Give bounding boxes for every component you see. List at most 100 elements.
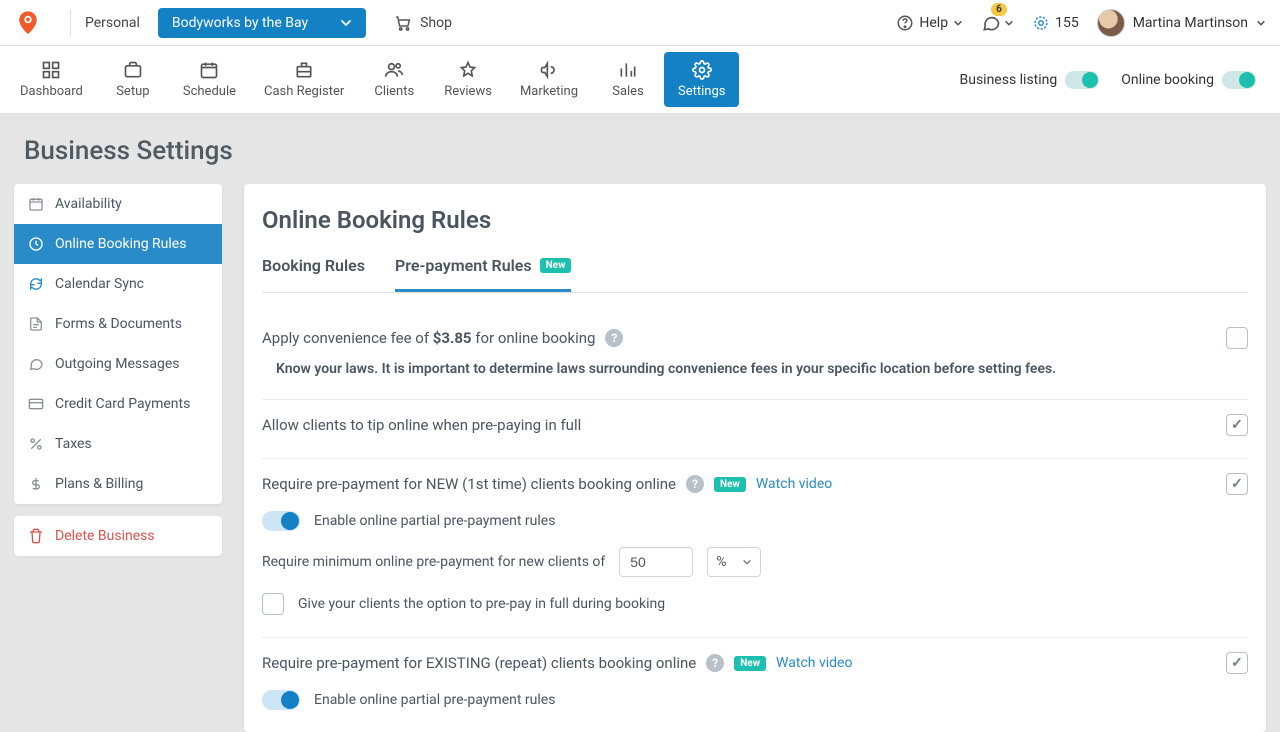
new-badge: New (714, 477, 746, 492)
partial-prepay-toggle-existing[interactable] (262, 690, 300, 710)
grid-icon (41, 60, 61, 80)
shop-link[interactable]: Shop (394, 14, 452, 32)
convenience-fee-checkbox[interactable] (1226, 327, 1248, 349)
partial-prepay-toggle-row-existing: Enable online partial pre-payment rules (262, 690, 1248, 710)
rule-label: Apply convenience fee of $3.85 for onlin… (262, 329, 595, 347)
nav-dashboard[interactable]: Dashboard (6, 52, 97, 107)
min-prepay-row: Require minimum online pre-payment for n… (262, 547, 1248, 577)
tab-booking-rules[interactable]: Booking Rules (262, 256, 365, 292)
business-listing-toggle[interactable] (1065, 71, 1099, 89)
settings-sidebar: Availability Online Booking Rules Calend… (14, 184, 222, 732)
nav-sales[interactable]: Sales (592, 52, 664, 107)
personal-link[interactable]: Personal (85, 15, 140, 31)
trash-icon (28, 528, 44, 544)
nav-label: Setup (116, 84, 149, 99)
rule-label: Require pre-payment for NEW (1st time) c… (262, 475, 676, 493)
nav-reviews[interactable]: Reviews (430, 52, 506, 107)
tab-prepayment-rules[interactable]: Pre-payment Rules New (395, 256, 571, 292)
tab-label: Pre-payment Rules (395, 256, 532, 275)
sidebar-card-main: Availability Online Booking Rules Calend… (14, 184, 222, 504)
sidebar-item-booking-rules[interactable]: Online Booking Rules (14, 224, 222, 264)
card-icon (28, 396, 44, 412)
sidebar-item-label: Delete Business (55, 528, 155, 544)
help-tooltip-icon[interactable]: ? (605, 329, 623, 347)
clock-icon (28, 236, 44, 252)
rule-tip-online: Allow clients to tip online when pre-pay… (262, 400, 1248, 459)
nav-schedule[interactable]: Schedule (169, 52, 250, 107)
megaphone-icon (539, 60, 559, 80)
sidebar-item-label: Calendar Sync (55, 276, 144, 292)
business-listing-label: Business listing (960, 72, 1058, 88)
settings-panel: Online Booking Rules Booking Rules Pre-p… (244, 184, 1266, 732)
calendar-icon (28, 196, 44, 212)
help-label: Help (919, 15, 948, 31)
watch-video-link[interactable]: Watch video (756, 476, 832, 492)
user-name: Martina Martinson (1133, 15, 1248, 31)
help-tooltip-icon[interactable]: ? (706, 654, 724, 672)
nav-label: Clients (374, 84, 414, 99)
nav-label: Settings (678, 84, 725, 99)
partial-prepay-label-existing: Enable online partial pre-payment rules (314, 692, 555, 708)
existing-clients-prepay-checkbox[interactable] (1226, 652, 1248, 674)
min-prepay-input[interactable] (619, 547, 693, 577)
sidebar-item-outgoing-messages[interactable]: Outgoing Messages (14, 344, 222, 384)
main-nav: Dashboard Setup Schedule Cash Register C… (0, 46, 1280, 114)
sidebar-item-credit-card[interactable]: Credit Card Payments (14, 384, 222, 424)
new-clients-prepay-checkbox[interactable] (1226, 473, 1248, 495)
help-tooltip-icon[interactable]: ? (686, 475, 704, 493)
online-booking-label: Online booking (1121, 72, 1214, 88)
help-menu[interactable]: Help (896, 14, 963, 32)
divider (70, 10, 71, 36)
page-layout: Availability Online Booking Rules Calend… (0, 184, 1280, 732)
min-prepay-label: Require minimum online pre-payment for n… (262, 554, 605, 570)
chat-icon (981, 13, 1001, 33)
business-listing-toggle-group: Business listing (960, 71, 1100, 89)
user-menu[interactable]: Martina Martinson (1097, 9, 1266, 37)
nav-setup[interactable]: Setup (97, 52, 169, 107)
rule-convenience-fee: Apply convenience fee of $3.85 for onlin… (262, 313, 1248, 400)
users-icon (384, 60, 404, 80)
watch-video-link[interactable]: Watch video (776, 655, 852, 671)
partial-prepay-toggle-row: Enable online partial pre-payment rules (262, 511, 1248, 531)
sync-icon (28, 276, 44, 292)
full-prepay-option-checkbox[interactable] (262, 593, 284, 615)
new-badge: New (734, 656, 766, 671)
sidebar-card-danger: Delete Business (14, 516, 222, 556)
nav-label: Dashboard (20, 84, 83, 99)
rule-sub: Enable online partial pre-payment rules (262, 690, 1248, 710)
nav-label: Marketing (520, 84, 578, 99)
online-booking-toggle[interactable] (1222, 71, 1256, 89)
sidebar-item-label: Taxes (55, 436, 92, 452)
help-icon (896, 14, 914, 32)
sidebar-item-availability[interactable]: Availability (14, 184, 222, 224)
shop-label: Shop (420, 15, 452, 31)
sidebar-item-label: Online Booking Rules (55, 236, 186, 252)
nav-clients[interactable]: Clients (358, 52, 430, 107)
sidebar-item-taxes[interactable]: Taxes (14, 424, 222, 464)
sidebar-item-delete-business[interactable]: Delete Business (14, 516, 222, 556)
min-prepay-unit-select[interactable]: % (707, 547, 761, 577)
rule-note: Know your laws. It is important to deter… (262, 361, 1248, 377)
tip-online-checkbox[interactable] (1226, 414, 1248, 436)
nav-settings[interactable]: Settings (664, 52, 739, 107)
rule-head: Require pre-payment for EXISTING (repeat… (262, 652, 1248, 674)
sidebar-item-calendar-sync[interactable]: Calendar Sync (14, 264, 222, 304)
nav-cash-register[interactable]: Cash Register (250, 52, 358, 107)
notifications-button[interactable]: 6 (981, 13, 1014, 33)
rule-head: Allow clients to tip online when pre-pay… (262, 414, 1248, 436)
business-selector[interactable]: Bodyworks by the Bay (158, 8, 366, 38)
nav-marketing[interactable]: Marketing (506, 52, 592, 107)
sidebar-item-label: Plans & Billing (55, 476, 143, 492)
target-icon (1032, 14, 1050, 32)
rule-label: Allow clients to tip online when pre-pay… (262, 416, 581, 434)
page-title: Business Settings (0, 114, 1280, 184)
dollar-icon (28, 476, 44, 492)
points-display[interactable]: 155 (1032, 14, 1079, 32)
tabs: Booking Rules Pre-payment Rules New (262, 256, 1248, 293)
sidebar-item-plans-billing[interactable]: Plans & Billing (14, 464, 222, 504)
chevron-down-icon (1004, 18, 1014, 28)
rule-sub: Enable online partial pre-payment rules … (262, 511, 1248, 615)
partial-prepay-toggle[interactable] (262, 511, 300, 531)
register-icon (294, 60, 314, 80)
sidebar-item-forms[interactable]: Forms & Documents (14, 304, 222, 344)
